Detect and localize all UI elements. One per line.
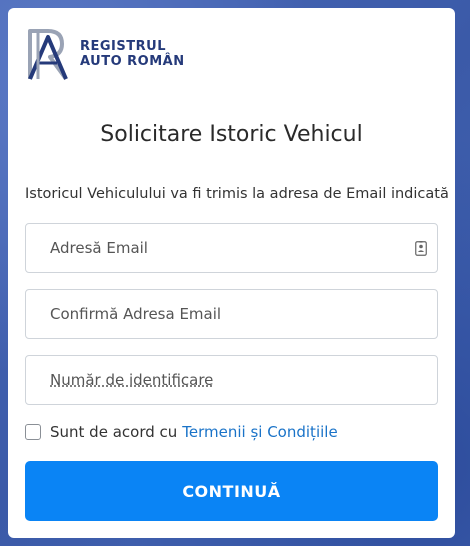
vin-field[interactable] xyxy=(25,355,438,405)
logo-line1: REGISTRUL xyxy=(80,39,166,54)
page-title: Solicitare Istoric Vehicul xyxy=(100,122,363,147)
logo-line2: AUTO ROMÂN xyxy=(80,54,185,69)
terms-agreement[interactable]: Sunt de acord cu Termenii și Condițiile xyxy=(25,423,338,441)
contact-card-icon xyxy=(415,241,427,256)
email-input[interactable] xyxy=(26,224,437,272)
continue-button[interactable]: CONTINUĂ xyxy=(25,461,438,521)
terms-link[interactable]: Termenii și Condițiile xyxy=(182,423,337,441)
rar-logo-text: REGISTRUL AUTO ROMÂN xyxy=(80,39,185,69)
email-field[interactable] xyxy=(25,223,438,273)
request-form-card: REGISTRUL AUTO ROMÂN Solicitare Istoric … xyxy=(8,8,455,538)
confirm-email-field[interactable] xyxy=(25,289,438,339)
terms-text: Sunt de acord cu xyxy=(50,423,178,441)
rar-logo-mark xyxy=(28,29,68,81)
terms-checkbox[interactable] xyxy=(25,424,41,440)
info-text: Istoricul Vehiculului va fi trimis la ad… xyxy=(25,186,449,202)
confirm-email-input[interactable] xyxy=(26,290,437,338)
rar-logo: REGISTRUL AUTO ROMÂN xyxy=(26,27,185,81)
vin-input[interactable] xyxy=(26,356,437,404)
